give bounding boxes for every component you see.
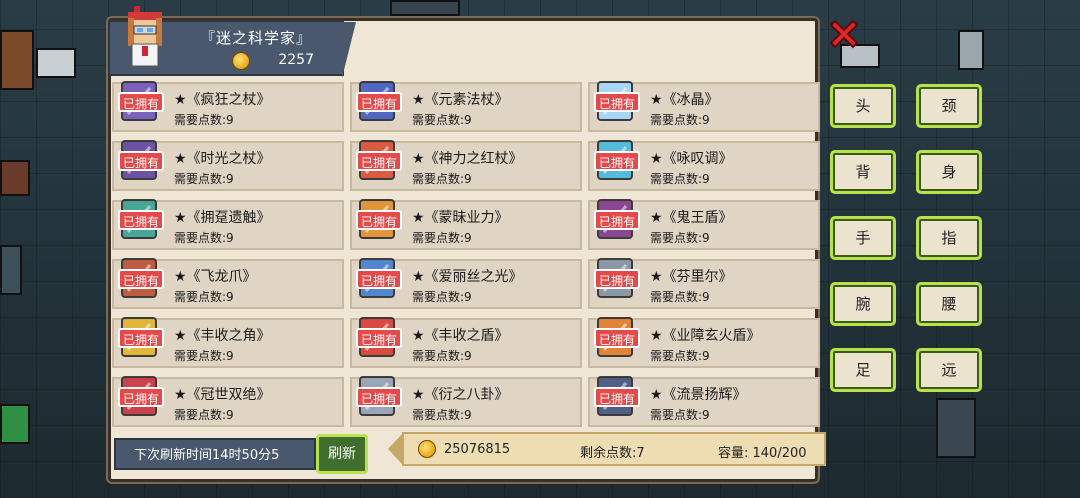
merchant-gold: 2257 [278,52,314,68]
owned-badge: 已拥有 [594,210,641,230]
category-button[interactable]: 指 [916,216,982,260]
item-cost: 需要点数:9 [412,290,472,304]
owned-badge: 已拥有 [118,269,165,289]
gold-coin-icon [232,52,250,70]
remaining-points: 剩余点数:7 [580,446,645,461]
item-cost: 需要点数:9 [174,290,234,304]
owned-badge: 已拥有 [594,387,641,407]
shop-item[interactable]: 已拥有 ★《神力之红杖》 需要点数:9 [350,140,582,191]
item-cost: 需要点数:9 [174,349,234,363]
item-name: ★《咏叹调》 [650,151,733,167]
item-name: ★《蒙昧业力》 [412,210,509,226]
item-name: ★《拥趸遗触》 [174,210,271,226]
item-name: ★《冠世双绝》 [174,387,271,403]
item-cost: 需要点数:9 [412,172,472,186]
owned-badge: 已拥有 [356,387,403,407]
shop-item[interactable]: 已拥有 ★《时光之杖》 需要点数:9 [112,140,344,191]
item-cost: 需要点数:9 [650,231,710,245]
item-name: ★《流景扬辉》 [650,387,747,403]
shop-item[interactable]: 已拥有 ★《爱丽丝之光》 需要点数:9 [350,258,582,309]
refresh-timer: 下次刷新时间14时50分5 [114,438,316,470]
category-button[interactable]: 腕 [830,282,896,326]
item-name: ★《神力之红杖》 [412,151,523,167]
category-button[interactable]: 腰 [916,282,982,326]
item-cost: 需要点数:9 [650,172,710,186]
owned-badge: 已拥有 [356,269,403,289]
owned-badge: 已拥有 [118,387,165,407]
shop-item[interactable]: 已拥有 ★《疯狂之杖》 需要点数:9 [112,81,344,132]
owned-badge: 已拥有 [118,92,165,112]
shop-item[interactable]: 已拥有 ★《咏叹调》 需要点数:9 [588,140,820,191]
item-name: ★《爱丽丝之光》 [412,269,523,285]
owned-badge: 已拥有 [356,92,403,112]
shop-item[interactable]: 已拥有 ★《鬼王盾》 需要点数:9 [588,199,820,250]
category-button[interactable]: 手 [830,216,896,260]
item-cost: 需要点数:9 [650,290,710,304]
owned-badge: 已拥有 [118,328,165,348]
item-cost: 需要点数:9 [174,408,234,422]
category-button[interactable]: 头 [830,84,896,128]
shop-item[interactable]: 已拥有 ★《丰收之角》 需要点数:9 [112,317,344,368]
category-button[interactable]: 颈 [916,84,982,128]
shop-item[interactable]: 已拥有 ★《流景扬辉》 需要点数:9 [588,376,820,427]
category-button[interactable]: 远 [916,348,982,392]
category-button[interactable]: 背 [830,150,896,194]
inventory-capacity: 容量: 140/200 [718,446,807,461]
merchant-title: 『迷之科学家』 [200,29,313,47]
item-cost: 需要点数:9 [650,349,710,363]
item-cost: 需要点数:9 [174,113,234,127]
gold-coin-icon [418,440,436,458]
shop-item[interactable]: 已拥有 ★《衍之八卦》 需要点数:9 [350,376,582,427]
item-cost: 需要点数:9 [650,408,710,422]
item-cost: 需要点数:9 [174,231,234,245]
shop-item[interactable]: 已拥有 ★《芬里尔》 需要点数:9 [588,258,820,309]
owned-badge: 已拥有 [356,151,403,171]
scientist-avatar [128,6,162,67]
item-name: ★《衍之八卦》 [412,387,509,403]
shop-item[interactable]: 已拥有 ★《业障玄火盾》 需要点数:9 [588,317,820,368]
item-cost: 需要点数:9 [412,113,472,127]
item-name: ★《时光之杖》 [174,151,271,167]
shop-item[interactable]: 已拥有 ★《冠世双绝》 需要点数:9 [112,376,344,427]
shop-item[interactable]: 已拥有 ★《拥趸遗触》 需要点数:9 [112,199,344,250]
player-money: 25076815 [444,442,511,457]
item-name: ★《业障玄火盾》 [650,328,761,344]
item-cost: 需要点数:9 [412,231,472,245]
item-name: ★《冰晶》 [650,92,719,108]
close-icon[interactable] [826,16,862,52]
item-name: ★《鬼王盾》 [650,210,733,226]
item-cost: 需要点数:9 [650,113,710,127]
owned-badge: 已拥有 [356,328,403,348]
category-button[interactable]: 足 [830,348,896,392]
owned-badge: 已拥有 [594,151,641,171]
item-name: ★《丰收之角》 [174,328,271,344]
owned-badge: 已拥有 [594,269,641,289]
item-name: ★《芬里尔》 [650,269,733,285]
item-name: ★《飞龙爪》 [174,269,257,285]
item-name: ★《元素法杖》 [412,92,509,108]
owned-badge: 已拥有 [118,210,165,230]
shop-item[interactable]: 已拥有 ★《冰晶》需要点数:9 [588,81,820,132]
shop-item[interactable]: 已拥有 ★《元素法杖》 需要点数:9 [350,81,582,132]
item-cost: 需要点数:9 [412,408,472,422]
item-name: ★《疯狂之杖》 [174,92,271,108]
shop-item[interactable]: 已拥有 ★《飞龙爪》 需要点数:9 [112,258,344,309]
owned-badge: 已拥有 [118,151,165,171]
owned-badge: 已拥有 [356,210,403,230]
shop-item[interactable]: 已拥有 ★《丰收之盾》 需要点数:9 [350,317,582,368]
shop-item[interactable]: 已拥有 ★《蒙昧业力》 需要点数:9 [350,199,582,250]
item-name: ★《丰收之盾》 [412,328,509,344]
item-cost: 需要点数:9 [412,349,472,363]
status-bar: 25076815 剩余点数:7 容量: 140/200 [388,432,826,466]
category-button[interactable]: 身 [916,150,982,194]
owned-badge: 已拥有 [594,328,641,348]
refresh-button[interactable]: 刷新 [316,434,368,474]
owned-badge: 已拥有 [594,92,641,112]
item-cost: 需要点数:9 [174,172,234,186]
